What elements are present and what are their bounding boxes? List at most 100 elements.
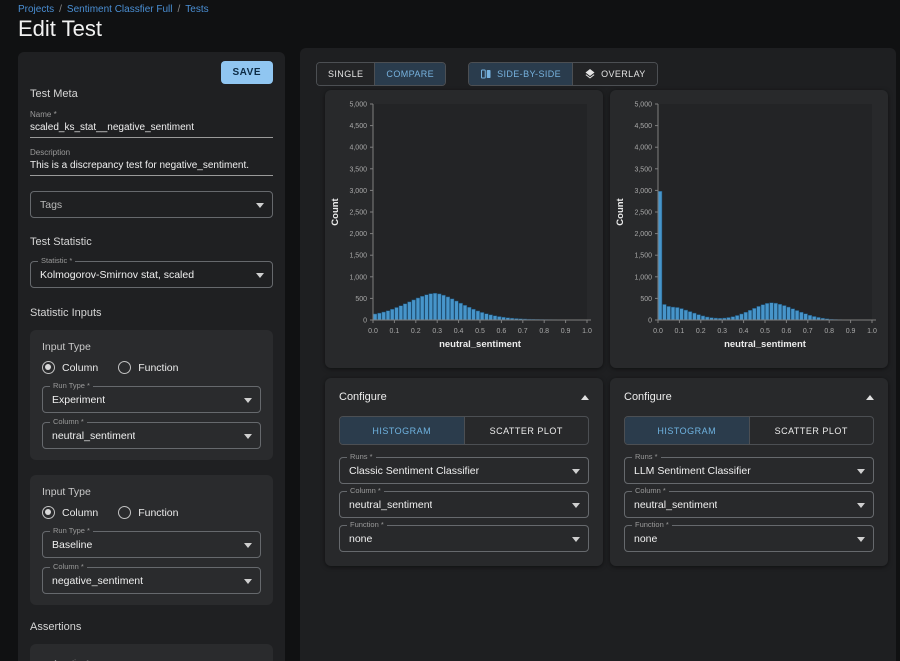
test-statistic-heading: Test Statistic <box>30 236 273 248</box>
run-type-select[interactable]: Run Type * Baseline <box>42 531 261 558</box>
assertion-item: Assertion * less than other * 0.1 <box>30 644 273 661</box>
svg-text:1.0: 1.0 <box>867 328 877 335</box>
description-field[interactable]: This is a discrepancy test for negative_… <box>30 157 273 176</box>
statistic-select[interactable]: Statistic * Kolmogorov-Smirnov stat, sca… <box>30 261 273 288</box>
svg-text:2,000: 2,000 <box>349 231 367 238</box>
tab-scatter-plot[interactable]: SCATTER PLOT <box>749 417 874 444</box>
run-type-select-label: Run Type * <box>50 381 93 390</box>
test-edit-form-panel: SAVE Test Meta Name * scaled_ks_stat__ne… <box>18 52 285 661</box>
radio-unselected-icon <box>118 361 131 374</box>
column-select-value: neutral_sentiment <box>52 430 135 442</box>
column-select[interactable]: Column * neutral_sentiment <box>624 491 874 518</box>
svg-text:1,500: 1,500 <box>349 253 367 260</box>
svg-text:3,000: 3,000 <box>634 188 652 195</box>
svg-text:2,000: 2,000 <box>634 231 652 238</box>
save-button[interactable]: SAVE <box>221 61 274 84</box>
compare-view-button[interactable]: COMPARE <box>374 63 445 85</box>
tags-select[interactable]: Tags <box>30 191 273 218</box>
svg-text:0.5: 0.5 <box>475 328 485 335</box>
svg-text:0.2: 0.2 <box>696 328 706 335</box>
runs-select-value: Classic Sentiment Classifier <box>349 465 479 477</box>
function-select-value: none <box>349 533 372 545</box>
run-type-select[interactable]: Run Type * Experiment <box>42 386 261 413</box>
svg-text:500: 500 <box>640 296 652 303</box>
svg-text:0.8: 0.8 <box>824 328 834 335</box>
chevron-down-icon <box>857 469 865 474</box>
column-select-label: Column * <box>50 562 87 571</box>
column-select-value: negative_sentiment <box>52 575 143 587</box>
column-select[interactable]: Column * neutral_sentiment <box>339 491 589 518</box>
svg-text:0.6: 0.6 <box>497 328 507 335</box>
name-field[interactable]: scaled_ks_stat__negative_sentiment <box>30 119 273 138</box>
runs-select[interactable]: Runs * Classic Sentiment Classifier <box>339 457 589 484</box>
svg-text:0.9: 0.9 <box>846 328 856 335</box>
svg-text:4,000: 4,000 <box>634 145 652 152</box>
statistic-inputs-heading: Statistic Inputs <box>30 307 273 319</box>
collapse-icon[interactable] <box>581 395 589 400</box>
svg-text:0.3: 0.3 <box>432 328 442 335</box>
chevron-down-icon <box>857 503 865 508</box>
svg-text:Count: Count <box>615 197 626 225</box>
column-select-label: Column * <box>50 417 87 426</box>
column-select-label: Column * <box>347 486 384 495</box>
svg-text:0.6: 0.6 <box>782 328 792 335</box>
radio-column[interactable]: Column <box>42 506 98 519</box>
run-type-select-value: Experiment <box>52 394 105 406</box>
test-meta-heading: Test Meta <box>30 88 273 100</box>
function-select-label: Function * <box>632 520 672 529</box>
single-compare-toggle-group: SINGLE COMPARE <box>316 62 446 86</box>
layout-toggle-group: SIDE-BY-SIDE OVERLAY <box>468 62 658 86</box>
overlay-button[interactable]: OVERLAY <box>572 63 657 85</box>
function-select[interactable]: Function * none <box>624 525 874 552</box>
svg-text:0.8: 0.8 <box>539 328 549 335</box>
runs-select[interactable]: Runs * LLM Sentiment Classifier <box>624 457 874 484</box>
view-mode-toolbar: SINGLE COMPARE SIDE-BY-SIDE OVERLAY <box>316 62 658 86</box>
input-type-label: Input Type <box>42 341 261 353</box>
collapse-icon[interactable] <box>866 395 874 400</box>
histogram-left: 05001,0001,5002,0002,5003,0003,5004,0004… <box>325 90 603 368</box>
statistic-select-value: Kolmogorov-Smirnov stat, scaled <box>40 269 194 281</box>
breadcrumb-link-projects[interactable]: Projects <box>18 4 54 15</box>
single-view-button[interactable]: SINGLE <box>317 63 374 85</box>
radio-column-label: Column <box>62 362 98 374</box>
svg-text:0.1: 0.1 <box>390 328 400 335</box>
page-title: Edit Test <box>18 16 102 42</box>
column-select[interactable]: Column * negative_sentiment <box>42 567 261 594</box>
breadcrumb: Projects / Sentiment Classfier Full / Te… <box>18 4 209 15</box>
tab-histogram[interactable]: HISTOGRAM <box>340 417 464 444</box>
radio-selected-icon <box>42 506 55 519</box>
column-select-label: Column * <box>632 486 669 495</box>
svg-text:0.0: 0.0 <box>368 328 378 335</box>
breadcrumb-separator: / <box>178 4 181 15</box>
radio-function-label: Function <box>138 507 178 519</box>
breadcrumb-link-tests[interactable]: Tests <box>185 4 208 15</box>
radio-function-label: Function <box>138 362 178 374</box>
breadcrumb-link-project[interactable]: Sentiment Classfier Full <box>67 4 173 15</box>
radio-column-label: Column <box>62 507 98 519</box>
chevron-down-icon <box>572 503 580 508</box>
side-by-side-icon <box>480 68 492 80</box>
statistic-input-group-experiment: Input Type Column Function Run Type * Ex… <box>30 330 273 460</box>
tab-scatter-plot[interactable]: SCATTER PLOT <box>464 417 589 444</box>
radio-column[interactable]: Column <box>42 361 98 374</box>
chevron-down-icon <box>256 203 264 208</box>
configure-panel-left: Configure HISTOGRAM SCATTER PLOT Runs * … <box>325 378 603 566</box>
function-select-value: none <box>634 533 657 545</box>
radio-function[interactable]: Function <box>118 361 178 374</box>
tab-histogram[interactable]: HISTOGRAM <box>625 417 749 444</box>
chevron-down-icon <box>572 469 580 474</box>
description-field-label: Description <box>30 148 273 157</box>
svg-text:3,500: 3,500 <box>634 166 652 173</box>
side-by-side-button[interactable]: SIDE-BY-SIDE <box>469 63 572 85</box>
function-select[interactable]: Function * none <box>339 525 589 552</box>
chevron-down-icon <box>857 537 865 542</box>
radio-function[interactable]: Function <box>118 506 178 519</box>
runs-select-label: Runs * <box>347 452 376 461</box>
column-select-value: neutral_sentiment <box>349 499 432 511</box>
plot-type-tabs: HISTOGRAM SCATTER PLOT <box>624 416 874 445</box>
name-field-label: Name * <box>30 110 273 119</box>
svg-text:4,500: 4,500 <box>349 123 367 130</box>
svg-text:0.9: 0.9 <box>561 328 571 335</box>
tags-select-value: Tags <box>40 199 62 211</box>
column-select[interactable]: Column * neutral_sentiment <box>42 422 261 449</box>
